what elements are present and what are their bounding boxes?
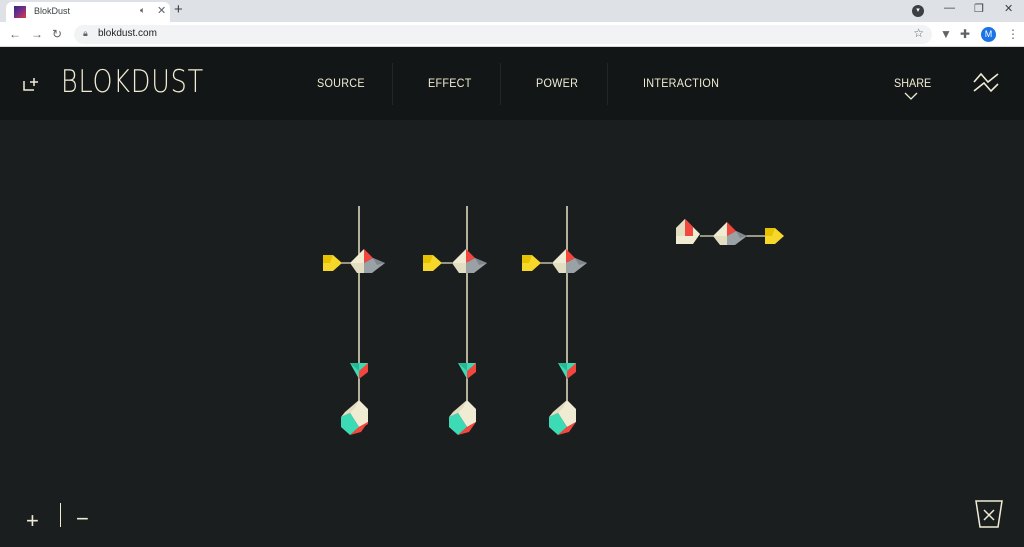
effect-block[interactable]: [449, 400, 476, 435]
app-header: BLOKDUST SOURCE EFFECT POWER INTERACTION…: [0, 47, 1024, 120]
block-chain-1: [323, 206, 385, 435]
menu-effect[interactable]: EFFECT: [428, 76, 472, 90]
address-bar[interactable]: 🔒︎ blokdust.com ☆: [74, 25, 932, 44]
zoom-out-button[interactable]: −: [76, 506, 89, 532]
extensions-puzzle-icon[interactable]: ✚: [960, 27, 970, 41]
chevron-down-icon[interactable]: [904, 92, 918, 100]
menu-divider: [500, 63, 501, 105]
minimize-button[interactable]: —: [944, 2, 955, 14]
close-tab-icon[interactable]: ✕: [157, 4, 166, 17]
trash-icon[interactable]: [974, 499, 1004, 529]
new-tab-button[interactable]: +: [174, 1, 183, 18]
menu-power[interactable]: POWER: [536, 76, 578, 90]
source-block[interactable]: [452, 249, 487, 273]
profile-avatar[interactable]: M: [981, 27, 996, 42]
browser-toolbar: ← → ↻ 🔒︎ blokdust.com ☆ ▼ ✚ ⋮: [0, 22, 1024, 47]
source-block[interactable]: [350, 249, 385, 273]
speaker-icon[interactable]: 🔈︎: [140, 5, 145, 16]
lock-icon: 🔒︎: [83, 28, 88, 38]
browser-tab[interactable]: BlokDust 🔈︎ ✕: [6, 2, 170, 22]
bookmark-star-icon[interactable]: ☆: [913, 26, 924, 40]
effect-block[interactable]: [350, 363, 368, 379]
zoom-in-button[interactable]: +: [26, 508, 39, 534]
reload-icon[interactable]: ↻: [52, 27, 62, 41]
add-block-icon[interactable]: [20, 75, 40, 93]
source-block[interactable]: [552, 249, 587, 273]
power-block[interactable]: [323, 255, 342, 271]
menu-divider: [607, 63, 608, 105]
effect-block[interactable]: [341, 400, 368, 435]
menu-interaction[interactable]: INTERACTION: [643, 76, 719, 90]
settings-wave-icon[interactable]: [972, 71, 1000, 95]
source-block[interactable]: [713, 222, 747, 245]
close-window-button[interactable]: ✕: [1004, 2, 1013, 15]
menu-divider: [392, 63, 393, 105]
interaction-block[interactable]: [676, 219, 700, 244]
menu-source[interactable]: SOURCE: [317, 76, 365, 90]
forward-icon[interactable]: →: [31, 27, 43, 41]
effect-block[interactable]: [558, 363, 576, 379]
share-button[interactable]: SHARE: [894, 76, 931, 90]
url-text: blokdust.com: [98, 28, 157, 39]
power-block[interactable]: [423, 255, 442, 271]
power-block[interactable]: [765, 228, 784, 244]
blokdust-favicon-icon: [14, 6, 26, 18]
back-icon[interactable]: ←: [9, 27, 21, 41]
effect-block[interactable]: [549, 400, 576, 435]
browser-tab-bar: BlokDust 🔈︎ ✕ + ▾ — ❐ ✕: [0, 0, 1024, 22]
zoom-divider: [60, 503, 61, 527]
effect-block[interactable]: [458, 363, 476, 379]
restore-button[interactable]: ❐: [974, 2, 984, 15]
tab-title: BlokDust: [34, 6, 71, 16]
patch-canvas[interactable]: + −: [0, 120, 1024, 547]
block-scene: [323, 206, 784, 435]
browser-menu-icon[interactable]: ⋮: [1007, 27, 1019, 41]
block-chain-2: [423, 206, 487, 435]
block-chain-3: [522, 206, 587, 435]
brand-logo: BLOKDUST: [61, 64, 204, 100]
tab-search-icon[interactable]: ▾: [912, 5, 924, 17]
power-block[interactable]: [522, 255, 541, 271]
extension-icon[interactable]: ▼: [940, 27, 952, 41]
block-chain-4: [676, 219, 784, 245]
